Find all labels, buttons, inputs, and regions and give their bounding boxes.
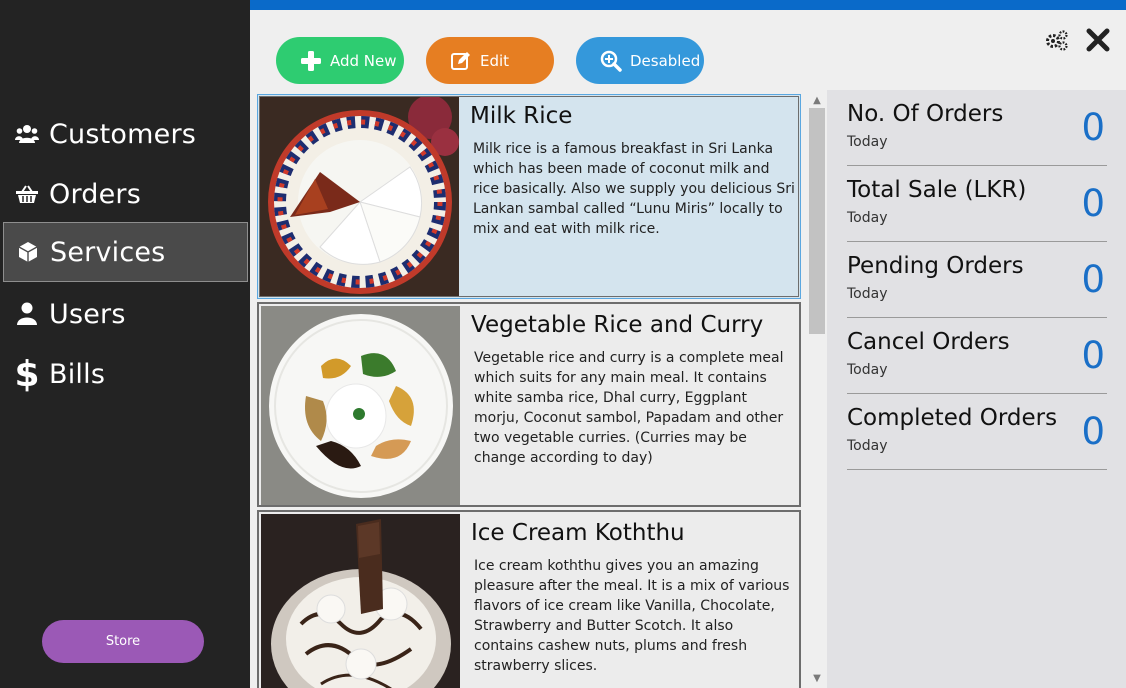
- sidebar: Customers Orders Services Users $ Bills …: [0, 0, 250, 688]
- sidebar-item-label: Services: [50, 236, 166, 268]
- stat-completed-orders: Completed Orders Today 0: [847, 394, 1107, 470]
- ice-cream-koththu-image: [261, 514, 460, 688]
- service-title: Milk Rice: [470, 103, 573, 129]
- disabled-label: Desabled: [630, 51, 701, 70]
- add-new-label: Add New: [330, 51, 397, 70]
- stat-sub: Today: [847, 438, 888, 454]
- stat-label: Completed Orders: [847, 405, 1058, 431]
- close-icon[interactable]: [1085, 27, 1111, 53]
- sidebar-item-label: Orders: [49, 178, 141, 210]
- store-button[interactable]: Store: [42, 620, 204, 663]
- user-icon: [5, 302, 49, 326]
- service-description: Vegetable rice and curry is a complete m…: [474, 350, 784, 466]
- stat-value: 0: [1081, 182, 1105, 225]
- sidebar-item-customers[interactable]: Customers: [3, 104, 248, 164]
- add-new-button[interactable]: Add New: [276, 37, 404, 84]
- dollar-icon: $: [14, 353, 40, 395]
- users-icon: [5, 124, 49, 144]
- sidebar-item-label: Bills: [49, 358, 106, 390]
- sidebar-item-orders[interactable]: Orders: [3, 164, 248, 224]
- scroll-down-icon[interactable]: ▼: [808, 670, 826, 686]
- stat-sub: Today: [847, 362, 888, 378]
- service-description: Ice cream koththu gives you an amazing p…: [474, 558, 790, 674]
- scroll-thumb[interactable]: [809, 108, 825, 334]
- service-title: Ice Cream Koththu: [471, 520, 685, 546]
- stat-sub: Today: [847, 286, 888, 302]
- zoom-in-icon: [598, 48, 624, 74]
- stat-value: 0: [1081, 106, 1105, 149]
- stat-value: 0: [1081, 258, 1105, 301]
- service-card-milk-rice[interactable]: Milk Rice Milk rice is a famous breakfas…: [257, 94, 801, 299]
- stat-cancel-orders: Cancel Orders Today 0: [847, 318, 1107, 394]
- service-card-vegetable-rice[interactable]: Vegetable Rice and Curry Vegetable rice …: [257, 302, 801, 507]
- sidebar-item-label: Users: [49, 298, 126, 330]
- sidebar-item-users[interactable]: Users: [3, 284, 248, 344]
- stat-value: 0: [1081, 410, 1105, 453]
- service-card-ice-cream-koththu[interactable]: Ice Cream Koththu Ice cream koththu give…: [257, 510, 801, 688]
- services-list: Milk Rice Milk rice is a famous breakfas…: [252, 90, 826, 688]
- stat-label: Cancel Orders: [847, 329, 1010, 355]
- list-scrollbar[interactable]: ▲ ▼: [808, 90, 826, 688]
- stat-sub: Today: [847, 134, 888, 150]
- stats-panel: No. Of Orders Today 0 Total Sale (LKR) T…: [827, 90, 1126, 688]
- plus-icon: [298, 48, 324, 74]
- sidebar-item-label: Customers: [49, 118, 197, 150]
- stat-value: 0: [1081, 334, 1105, 377]
- stat-pending-orders: Pending Orders Today 0: [847, 242, 1107, 318]
- top-accent-bar: [250, 0, 1126, 10]
- stat-total-sale: Total Sale (LKR) Today 0: [847, 166, 1107, 242]
- basket-icon: [5, 184, 49, 204]
- service-description: Milk rice is a famous breakfast in Sri L…: [473, 141, 795, 237]
- sidebar-item-services[interactable]: Services: [3, 222, 248, 282]
- sidebar-item-bills[interactable]: $ Bills: [3, 344, 248, 404]
- scroll-up-icon[interactable]: ▲: [808, 92, 826, 108]
- stat-label: Total Sale (LKR): [847, 177, 1027, 203]
- disabled-button[interactable]: Desabled: [576, 37, 704, 84]
- cube-icon: [6, 241, 50, 263]
- stat-no-of-orders: No. Of Orders Today 0: [847, 90, 1107, 166]
- service-title: Vegetable Rice and Curry: [471, 312, 764, 338]
- milk-rice-image: [260, 97, 459, 296]
- stat-label: No. Of Orders: [847, 101, 1004, 127]
- edit-label: Edit: [480, 51, 510, 70]
- stat-sub: Today: [847, 210, 888, 226]
- vegetable-rice-image: [261, 306, 460, 505]
- settings-gears-icon[interactable]: [1045, 29, 1069, 53]
- edit-icon: [448, 48, 474, 74]
- edit-button[interactable]: Edit: [426, 37, 554, 84]
- stat-label: Pending Orders: [847, 253, 1024, 279]
